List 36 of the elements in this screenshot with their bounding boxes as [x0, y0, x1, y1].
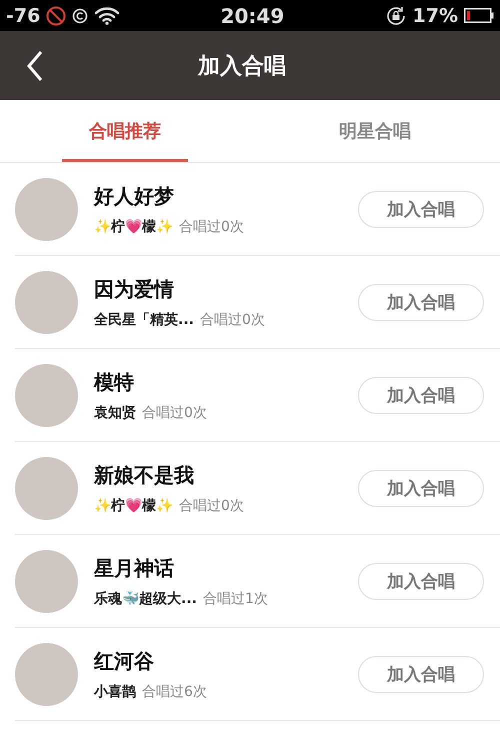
- battery-percent: 17%: [412, 4, 458, 26]
- singer-name: 全民星「精英...: [94, 310, 194, 328]
- join-chorus-button[interactable]: 加入合唱: [358, 656, 484, 692]
- rotation-lock-icon: [384, 4, 406, 26]
- wifi-icon: [94, 6, 120, 24]
- copyright-icon: [72, 8, 88, 24]
- singer-name: ✨柠💗檬✨: [94, 496, 173, 514]
- song-title: 模特: [94, 368, 135, 396]
- crossed-circle-icon: [46, 6, 66, 26]
- tab[interactable]: 合唱推荐: [62, 100, 188, 162]
- song-title: 因为爱情: [94, 276, 175, 302]
- tab[interactable]: 明星合唱: [312, 100, 438, 162]
- battery-icon: [464, 8, 494, 23]
- join-chorus-button[interactable]: 加入合唱: [358, 190, 484, 228]
- song-title: 星月神话: [94, 554, 175, 582]
- song-title: 新娘不是我: [94, 462, 195, 488]
- singer-name: 乐魂🐳超级大...: [94, 590, 197, 608]
- signal-strength: -76: [6, 4, 40, 26]
- join-chorus-button[interactable]: 加入合唱: [358, 376, 484, 414]
- clock: 20:49: [220, 4, 284, 28]
- singer-name: 袁知贤: [94, 404, 136, 422]
- chorus-count: 合唱过0次: [179, 218, 244, 236]
- singer-name: 小喜鹊: [94, 682, 136, 700]
- song-title: 红河谷: [94, 648, 155, 674]
- join-chorus-button[interactable]: 加入合唱: [358, 284, 484, 320]
- song-title: 好人好梦: [94, 182, 175, 210]
- chorus-count: 合唱过0次: [142, 404, 207, 422]
- singer-name: ✨柠💗檬✨: [94, 218, 173, 236]
- chorus-count: 合唱过6次: [142, 682, 207, 700]
- join-chorus-button[interactable]: 加入合唱: [358, 562, 484, 600]
- chorus-count: 合唱过1次: [202, 590, 268, 608]
- chorus-count: 合唱过0次: [200, 310, 265, 328]
- join-chorus-button[interactable]: 加入合唱: [358, 470, 484, 506]
- back-icon[interactable]: [26, 50, 44, 82]
- chorus-count: 合唱过0次: [179, 496, 244, 514]
- page-title: 加入合唱: [198, 52, 286, 80]
